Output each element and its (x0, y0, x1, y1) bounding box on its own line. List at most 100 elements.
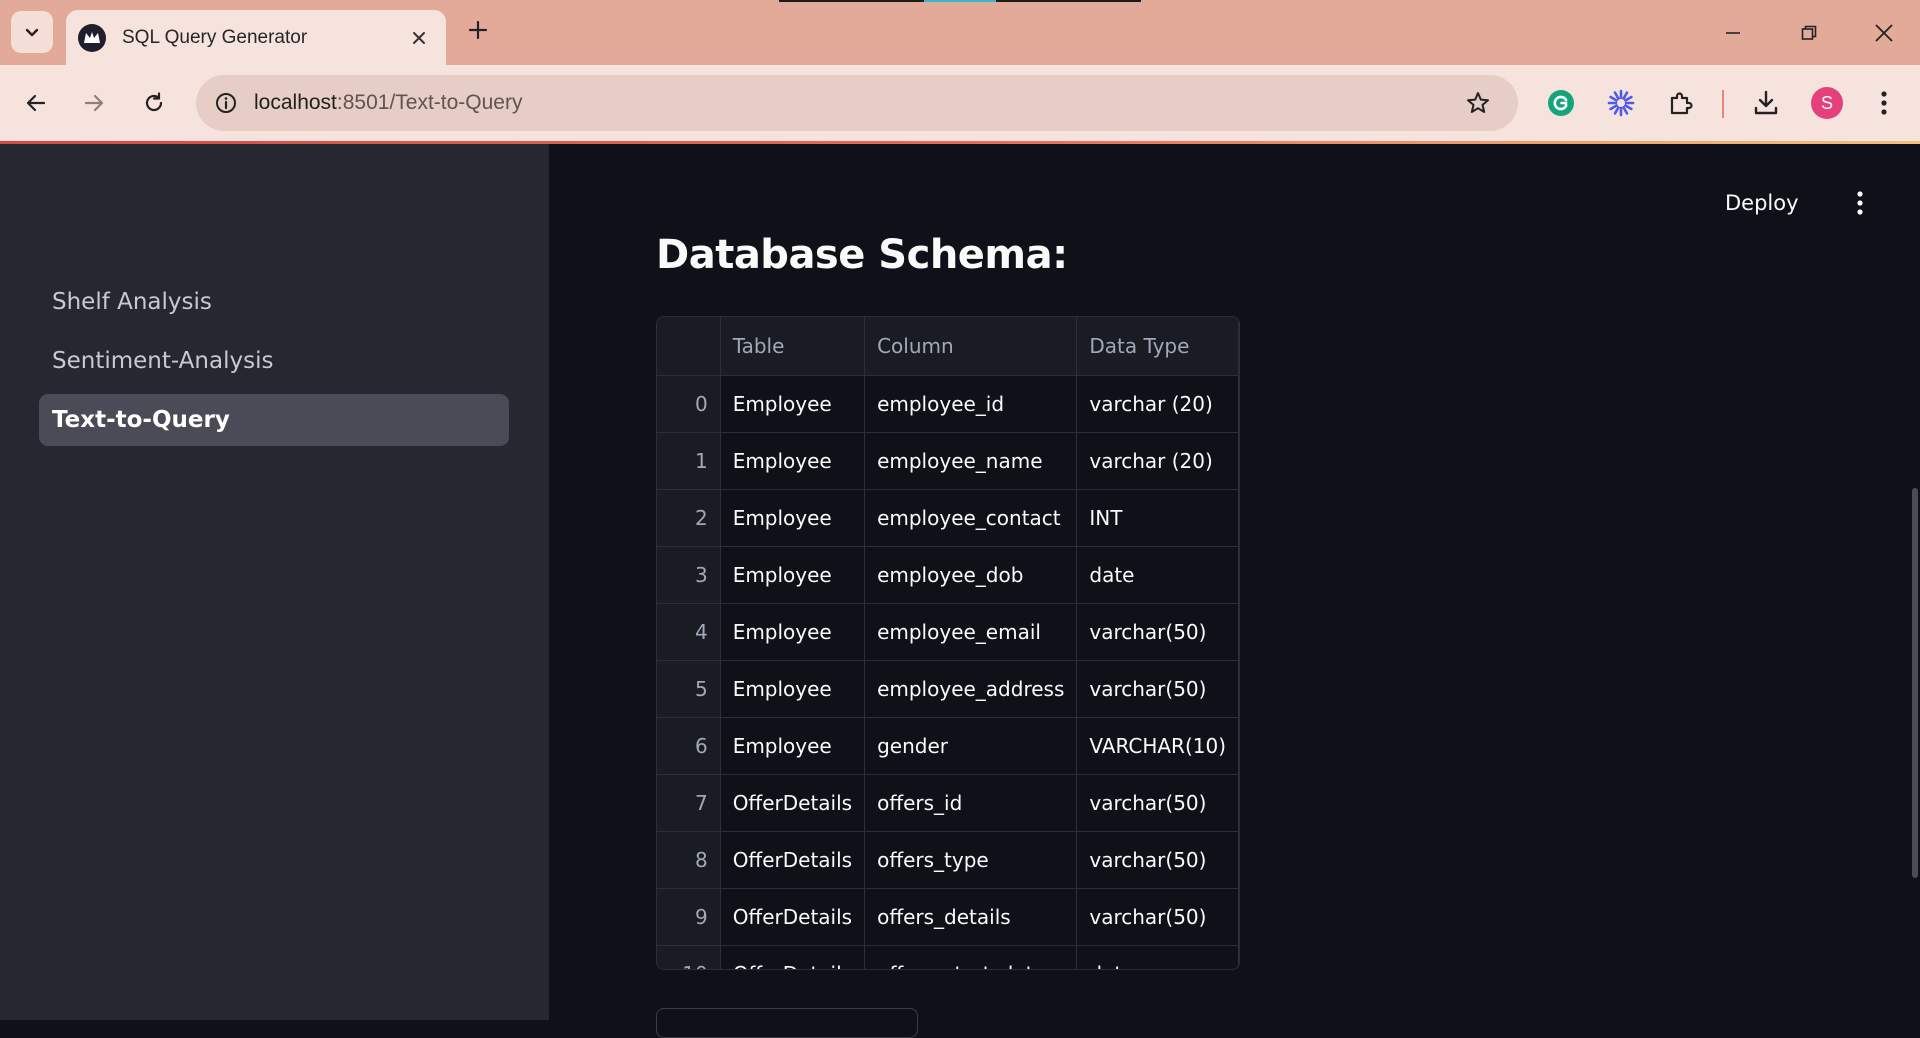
restore-button[interactable] (1789, 13, 1829, 53)
cell-column[interactable]: offers_start_date (864, 945, 1078, 969)
table-row: 7 OfferDetails offers_id varchar(50) (657, 774, 1239, 832)
browser-menu-button[interactable] (1864, 83, 1904, 123)
cell-data-type[interactable]: varchar(50) (1076, 831, 1239, 889)
cell-data-type[interactable]: varchar(50) (1076, 888, 1239, 946)
cell-table[interactable]: Employee (720, 489, 866, 547)
sidebar-item-shelf-analysis[interactable]: Shelf Analysis (39, 276, 509, 328)
kebab-menu-icon (1857, 191, 1863, 215)
cell-column[interactable]: offers_details (864, 888, 1078, 946)
star-icon (1467, 92, 1489, 113)
cell-column[interactable]: employee_id (864, 375, 1078, 433)
cell-table[interactable]: Employee (720, 375, 866, 433)
close-icon (1875, 24, 1893, 42)
cell-table[interactable]: Employee (720, 717, 866, 775)
main-scrollbar[interactable] (1912, 488, 1918, 878)
address-bar[interactable]: localhost:8501/Text-to-Query (196, 75, 1518, 131)
cell-table[interactable]: OfferDetails (720, 831, 866, 889)
tab-search-button[interactable] (11, 11, 53, 53)
back-icon (26, 94, 46, 112)
extensions-button[interactable] (1661, 83, 1701, 123)
sidebar-item-text-to-query[interactable]: Text-to-Query (39, 394, 509, 446)
new-tab-button[interactable] (462, 14, 494, 46)
profile-button[interactable]: S (1807, 83, 1847, 123)
cell-column[interactable]: employee_contact (864, 489, 1078, 547)
column-header-data-type[interactable]: Data Type (1076, 317, 1239, 376)
table-row: 1 Employee employee_name varchar (20) (657, 432, 1239, 490)
page-title: Database Schema: (656, 232, 1068, 278)
close-window-button[interactable] (1864, 13, 1904, 53)
sidebar: Shelf Analysis Sentiment-Analysis Text-t… (0, 144, 549, 1020)
tab-close-button[interactable] (404, 23, 434, 53)
site-info-icon (216, 93, 236, 113)
cell-data-type[interactable]: varchar(50) (1076, 774, 1239, 832)
cell-column[interactable]: employee_name (864, 432, 1078, 490)
browser-toolbar: localhost:8501/Text-to-Query S (0, 65, 1920, 142)
chevron-down-icon (25, 28, 39, 37)
cell-column[interactable]: offers_type (864, 831, 1078, 889)
row-index[interactable]: 7 (657, 774, 721, 832)
cell-column[interactable]: employee_address (864, 660, 1078, 718)
cell-data-type[interactable]: VARCHAR(10) (1076, 717, 1239, 775)
cell-data-type[interactable]: varchar (20) (1076, 375, 1239, 433)
cell-table[interactable]: OfferDetails (720, 888, 866, 946)
bookmark-button[interactable] (1458, 83, 1498, 123)
top-stripe (779, 0, 1141, 2)
row-index[interactable]: 5 (657, 660, 721, 718)
cell-table[interactable]: OfferDetails (720, 774, 866, 832)
table-row: 6 Employee gender VARCHAR(10) (657, 717, 1239, 775)
forward-button[interactable] (74, 83, 114, 123)
cell-table[interactable]: Employee (720, 603, 866, 661)
grammarly-extension[interactable] (1541, 83, 1581, 123)
app-menu-button[interactable] (1840, 183, 1880, 223)
table-row: 4 Employee employee_email varchar(50) (657, 603, 1239, 661)
cell-column[interactable]: employee_dob (864, 546, 1078, 604)
minimize-button[interactable] (1713, 13, 1753, 53)
table-row: 9 OfferDetails offers_details varchar(50) (657, 888, 1239, 946)
next-widget-button[interactable] (656, 1008, 918, 1038)
downloads-button[interactable] (1746, 83, 1786, 123)
column-header-table[interactable]: Table (720, 317, 866, 376)
back-button[interactable] (16, 83, 56, 123)
cell-column[interactable]: offers_id (864, 774, 1078, 832)
reload-button[interactable] (134, 83, 174, 123)
kebab-menu-icon (1881, 91, 1887, 115)
row-index[interactable]: 9 (657, 888, 721, 946)
cell-table[interactable]: Employee (720, 660, 866, 718)
cell-table[interactable]: OfferDetails (720, 945, 866, 969)
row-index[interactable]: 8 (657, 831, 721, 889)
cell-data-type[interactable]: date (1076, 945, 1239, 969)
cell-column[interactable]: employee_email (864, 603, 1078, 661)
url-text[interactable]: localhost:8501/Text-to-Query (254, 91, 1458, 115)
cell-data-type[interactable]: varchar(50) (1076, 603, 1239, 661)
close-icon (413, 31, 425, 44)
browser-tab-bar: SQL Query Generator (0, 0, 1920, 65)
row-index[interactable]: 4 (657, 603, 721, 661)
column-header-column[interactable]: Column (864, 317, 1078, 376)
snowflake-extension[interactable] (1601, 83, 1641, 123)
cell-table[interactable]: Employee (720, 546, 866, 604)
cell-data-type[interactable]: varchar (20) (1076, 432, 1239, 490)
cell-data-type[interactable]: INT (1076, 489, 1239, 547)
browser-tab-active[interactable]: SQL Query Generator (66, 10, 446, 65)
puzzle-icon (1670, 92, 1693, 115)
table-row: 0 Employee employee_id varchar (20) (657, 375, 1239, 433)
table-row: 2 Employee employee_contact INT (657, 489, 1239, 547)
cell-table[interactable]: Employee (720, 432, 866, 490)
cell-column[interactable]: gender (864, 717, 1078, 775)
deploy-button[interactable]: Deploy (1725, 183, 1799, 223)
toolbar-separator (1722, 90, 1724, 118)
forward-icon (84, 94, 104, 112)
row-index[interactable]: 0 (657, 375, 721, 433)
restore-icon (1801, 25, 1817, 40)
row-index[interactable]: 2 (657, 489, 721, 547)
cell-data-type[interactable]: varchar(50) (1076, 660, 1239, 718)
schema-table[interactable]: Table Column Data Type 0 Employee employee… (656, 316, 1240, 970)
row-index[interactable]: 10 (657, 945, 721, 969)
row-index[interactable]: 1 (657, 432, 721, 490)
row-index[interactable]: 6 (657, 717, 721, 775)
sidebar-item-sentiment-analysis[interactable]: Sentiment-Analysis (39, 335, 509, 387)
avatar: S (1811, 87, 1843, 119)
row-index[interactable]: 3 (657, 546, 721, 604)
site-info-button[interactable] (206, 83, 246, 123)
cell-data-type[interactable]: date (1076, 546, 1239, 604)
